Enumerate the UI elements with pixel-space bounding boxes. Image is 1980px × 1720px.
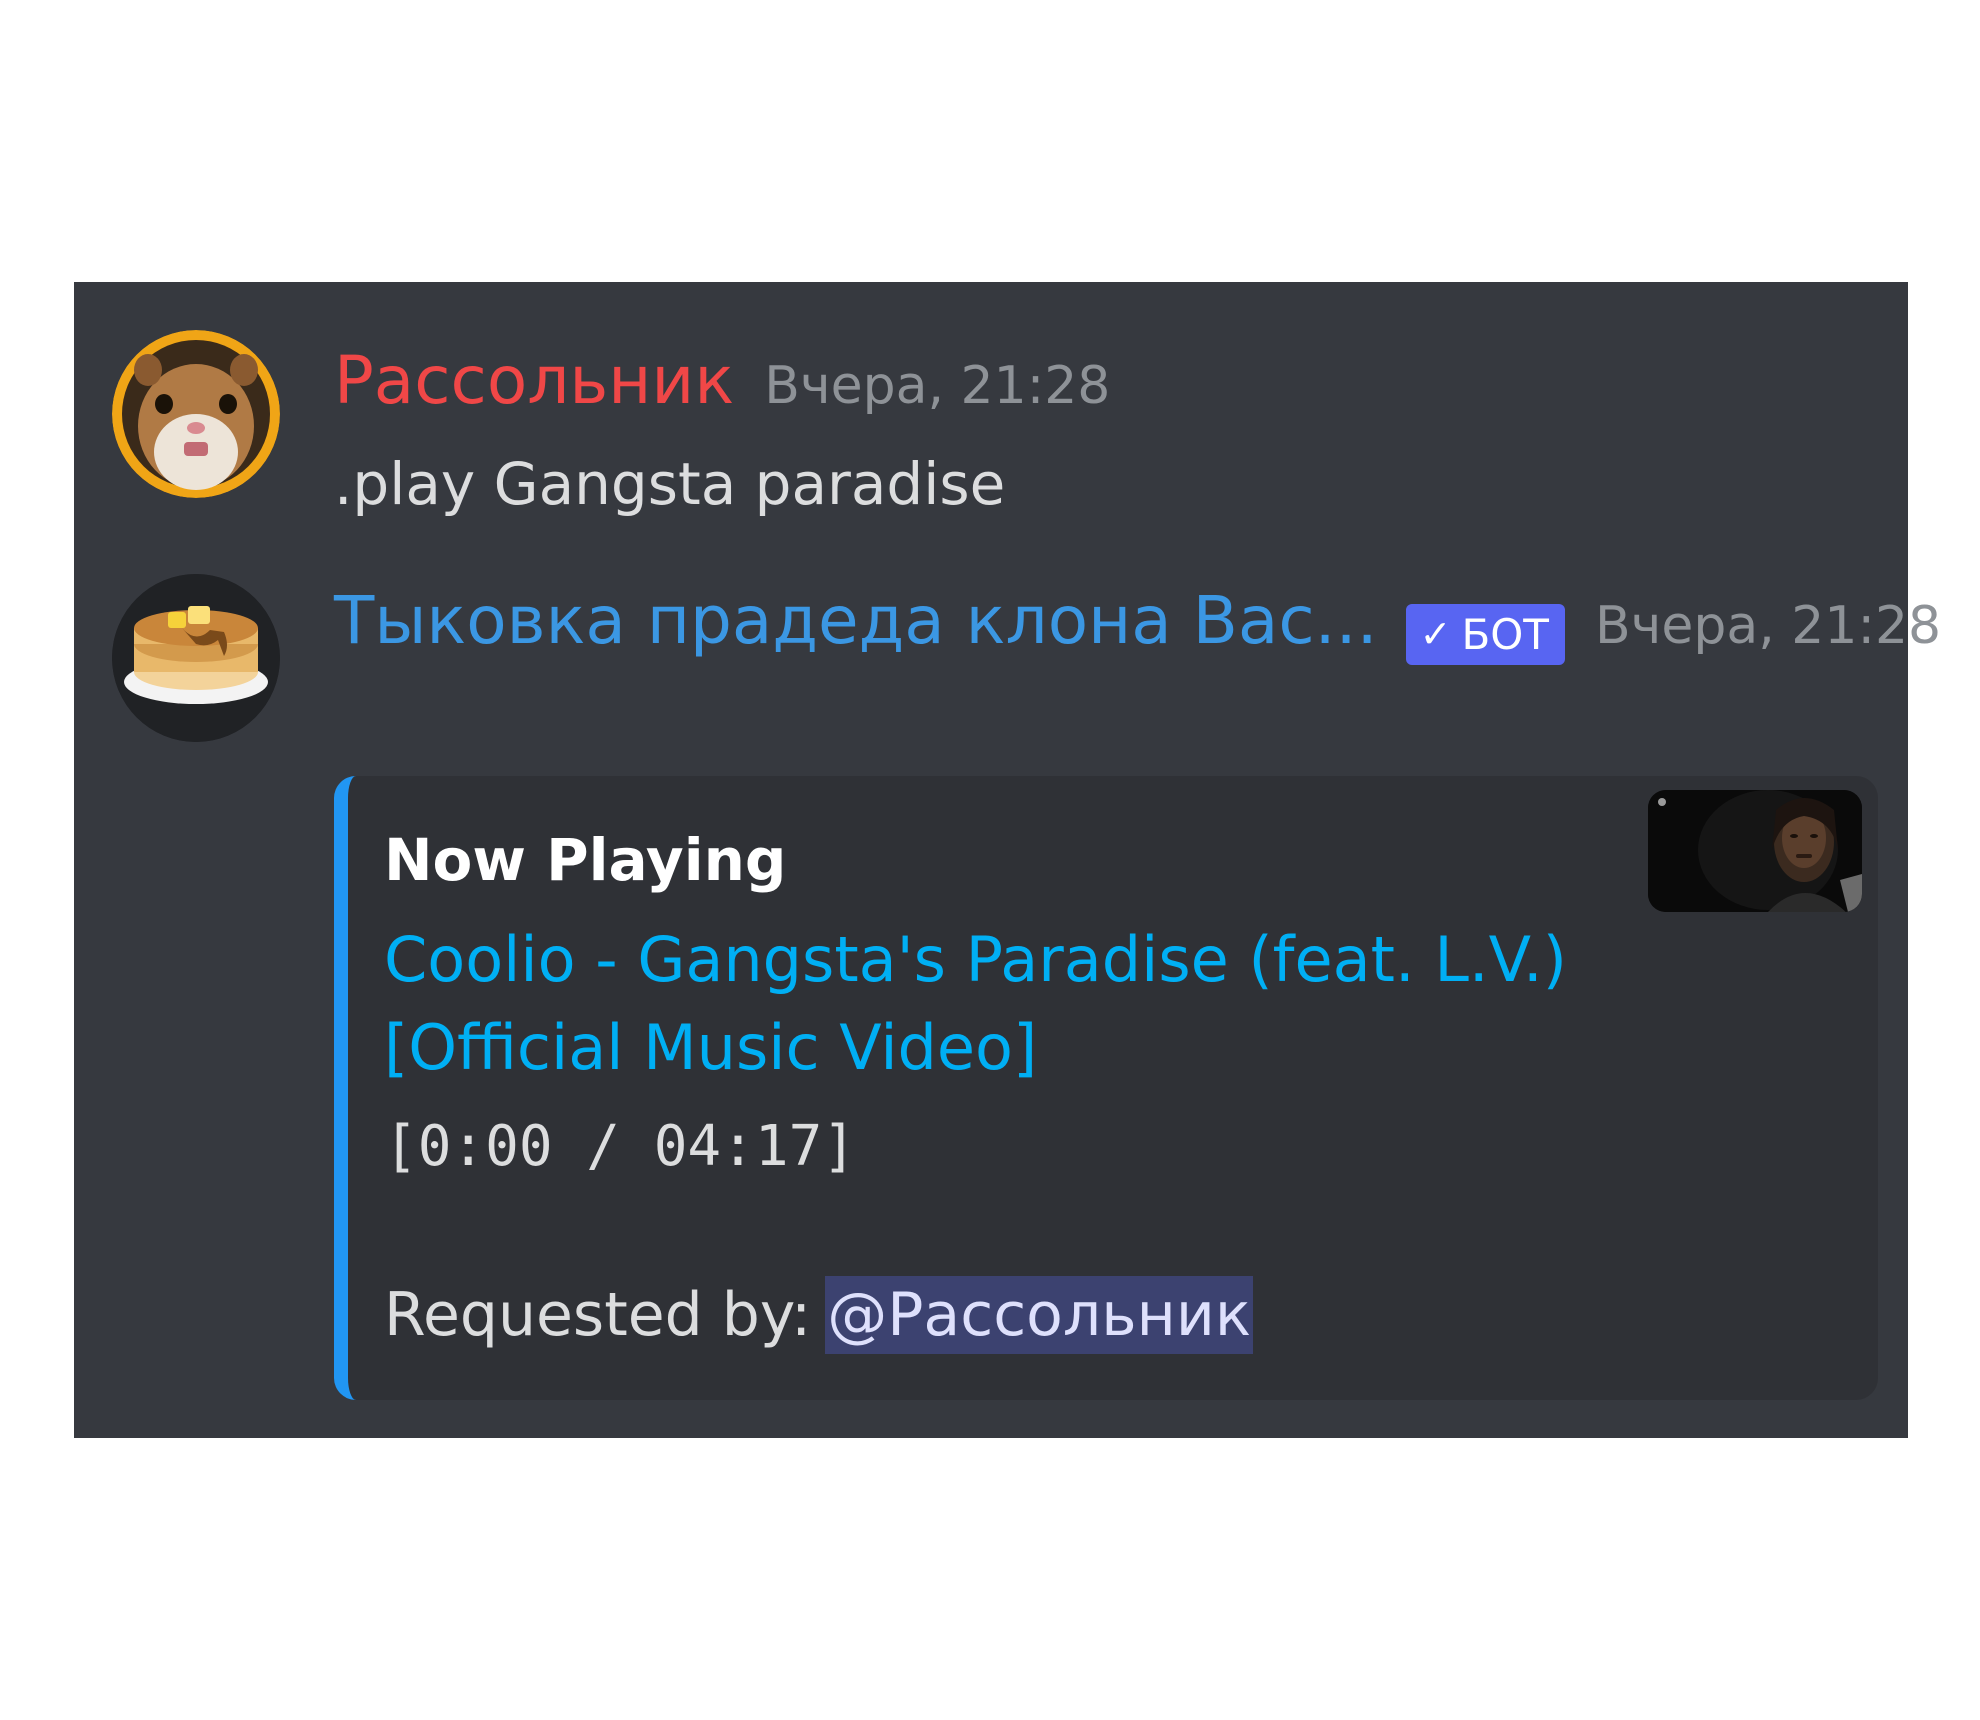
timestamp: Вчера, 21:28 [764, 356, 1111, 416]
message-header: Рассольник Вчера, 21:28 [334, 348, 1111, 417]
track-link-line2[interactable]: [Official Music Video] [384, 1004, 1584, 1092]
now-playing-embed: Now Playing Coolio - Gangsta's Paradise … [334, 776, 1878, 1400]
music-video-thumbnail-icon [1648, 790, 1862, 912]
requested-by-label: Requested by: [384, 1280, 812, 1350]
hamster-avatar-icon [112, 330, 280, 498]
message-text: .play Gangsta paradise [334, 450, 1006, 518]
requested-by: Requested by: @Рассольник [384, 1276, 1254, 1354]
user-mention[interactable]: @Рассольник [825, 1276, 1254, 1354]
message-header: Тыковка прадеда клона Вас... ✓ БОТ Вчера… [334, 588, 1942, 665]
chat-panel: Рассольник Вчера, 21:28 .play Gangsta pa… [74, 282, 1941, 1438]
user-avatar[interactable] [112, 330, 280, 498]
track-time: [0:00 / 04:17] [384, 1114, 857, 1179]
bot-username[interactable]: Тыковка прадеда клона Вас... [334, 588, 1378, 654]
bot-avatar[interactable] [112, 574, 280, 742]
track-link[interactable]: Coolio - Gangsta's Paradise (feat. L.V.)… [384, 916, 1584, 1092]
track-link-line1[interactable]: Coolio - Gangsta's Paradise (feat. L.V.) [384, 916, 1584, 1004]
timestamp: Вчера, 21:28 [1594, 596, 1942, 656]
embed-title: Now Playing [384, 826, 787, 894]
music-video-thumbnail[interactable] [1648, 790, 1862, 912]
pancakes-avatar-icon [112, 574, 280, 742]
bot-badge: ✓ БОТ [1405, 603, 1565, 665]
username[interactable]: Рассольник [334, 348, 734, 414]
bot-badge-label: БОТ [1461, 609, 1549, 659]
check-icon: ✓ [1419, 612, 1452, 656]
